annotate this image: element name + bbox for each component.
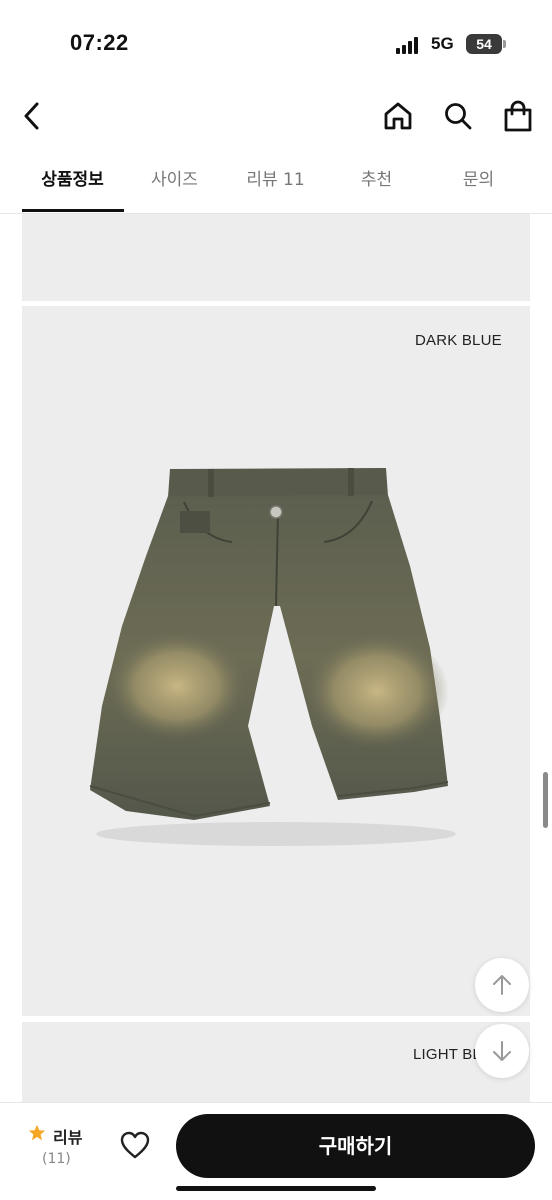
- product-image-panel-dark-blue: DARK BLUE: [22, 306, 530, 1016]
- denim-shorts-image: [89, 468, 456, 846]
- buy-button[interactable]: 구매하기: [176, 1114, 535, 1178]
- product-image-panel-previous: [22, 214, 530, 301]
- active-tab-indicator: [22, 209, 124, 212]
- tab-inquiry[interactable]: 문의: [428, 152, 529, 214]
- scroll-up-button[interactable]: [475, 958, 529, 1012]
- battery-level: 54: [476, 36, 492, 52]
- star-shape: [28, 1124, 46, 1141]
- top-navigation: [0, 88, 552, 148]
- battery-tip: [503, 40, 506, 48]
- status-bar: 07:22 5G 54: [0, 0, 552, 88]
- tab-reviews[interactable]: 리뷰 11: [225, 152, 326, 214]
- product-detail-screen: 07:22 5G 54 상품정보 사이즈 리뷰 11 추천 문의 DARK BL…: [0, 0, 552, 1200]
- review-label[interactable]: 리뷰: [53, 1124, 82, 1148]
- tab-size[interactable]: 사이즈: [124, 152, 225, 214]
- scrollbar-thumb[interactable]: [543, 772, 548, 828]
- product-image-panel-light-blue: LIGHT BLUE: [22, 1022, 530, 1102]
- search-button[interactable]: [436, 94, 480, 138]
- shopping-bag-icon: [504, 100, 532, 132]
- star-icon: [28, 1124, 46, 1141]
- home-button[interactable]: [376, 94, 420, 138]
- heart-icon: [120, 1131, 150, 1159]
- home-indicator: [176, 1186, 376, 1191]
- status-time: 07:22: [70, 30, 129, 55]
- back-button[interactable]: [10, 94, 54, 138]
- arrow-up-icon: [493, 975, 511, 995]
- signal-icon: [396, 36, 422, 54]
- wishlist-button[interactable]: [115, 1125, 155, 1165]
- scroll-down-button[interactable]: [475, 1024, 529, 1078]
- arrow-down-icon: [493, 1041, 511, 1061]
- chevron-left-icon: [24, 102, 39, 130]
- network-type: 5G: [431, 34, 454, 53]
- tab-product-info[interactable]: 상품정보: [22, 152, 123, 214]
- review-count: (11): [42, 1151, 71, 1167]
- battery-icon: 54: [466, 34, 502, 54]
- tab-recommend[interactable]: 추천: [326, 152, 427, 214]
- bottom-action-bar: 리뷰 (11) 구매하기: [0, 1102, 552, 1200]
- product-tabs: 상품정보 사이즈 리뷰 11 추천 문의: [0, 152, 552, 214]
- home-icon: [384, 102, 412, 130]
- search-icon: [445, 103, 472, 130]
- cart-button[interactable]: [496, 94, 540, 138]
